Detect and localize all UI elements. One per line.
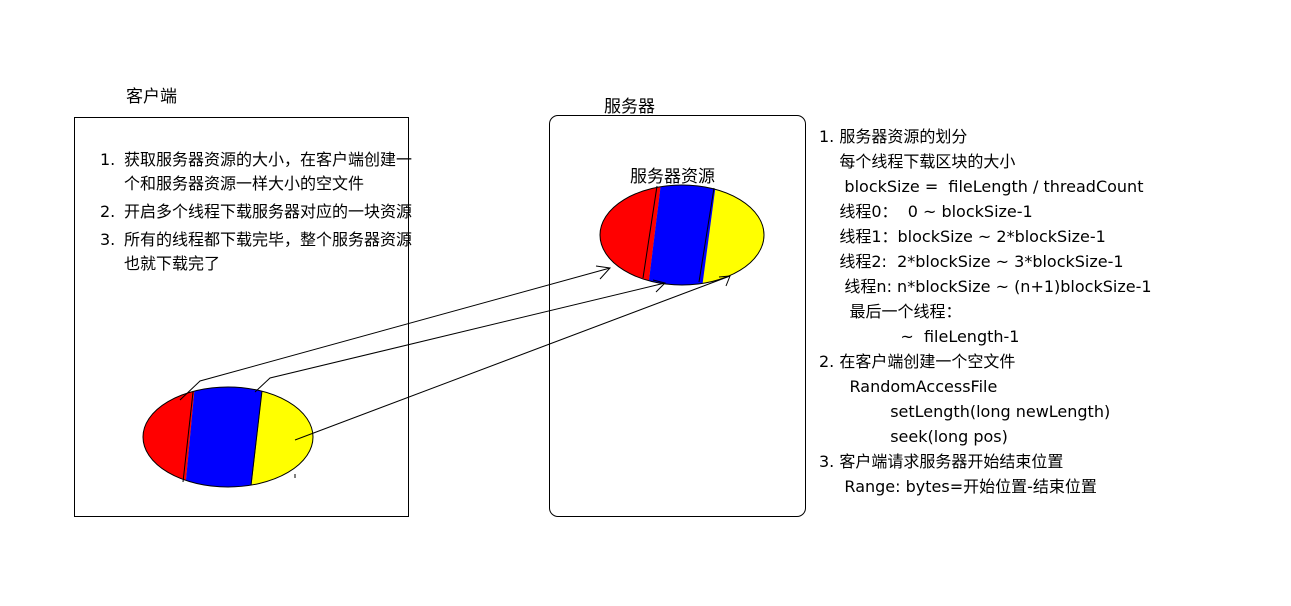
note-line: ~ fileLength-1 (819, 327, 1020, 346)
note-line: 线程0： 0 ~ blockSize-1 (819, 202, 1033, 221)
note-line: 3. 客户端请求服务器开始结束位置 (819, 452, 1064, 471)
note-line: 2. 在客户端创建一个空文件 (819, 352, 1016, 371)
note-line: 线程2: 2*blockSize ~ 3*blockSize-1 (819, 252, 1124, 271)
note-line: setLength(long newLength) (819, 402, 1111, 421)
note-line: Range: bytes=开始位置-结束位置 (819, 477, 1097, 496)
explanation-notes: 1. 服务器资源的划分 每个线程下载区块的大小 blockSize = file… (819, 124, 1152, 499)
note-line: blockSize = fileLength / threadCount (819, 177, 1144, 196)
server-resource-ellipse (599, 184, 765, 286)
arrow-segment-1 (179, 265, 612, 401)
arrow-segment-2 (254, 279, 666, 393)
client-segment-2 (185, 387, 263, 487)
note-line: seek(long pos) (819, 427, 1008, 446)
note-line: 线程n: n*blockSize ~ (n+1)blockSize-1 (819, 277, 1152, 296)
arrow-segment-3 (294, 275, 731, 441)
client-file-ellipse (142, 386, 314, 488)
note-line: 1. 服务器资源的划分 (819, 127, 968, 146)
note-line: RandomAccessFile (819, 377, 998, 396)
note-line: 每个线程下载区块的大小 (819, 152, 1016, 171)
note-line: 最后一个线程： (819, 302, 962, 321)
note-line: 线程1：blockSize ~ 2*blockSize-1 (819, 227, 1106, 246)
